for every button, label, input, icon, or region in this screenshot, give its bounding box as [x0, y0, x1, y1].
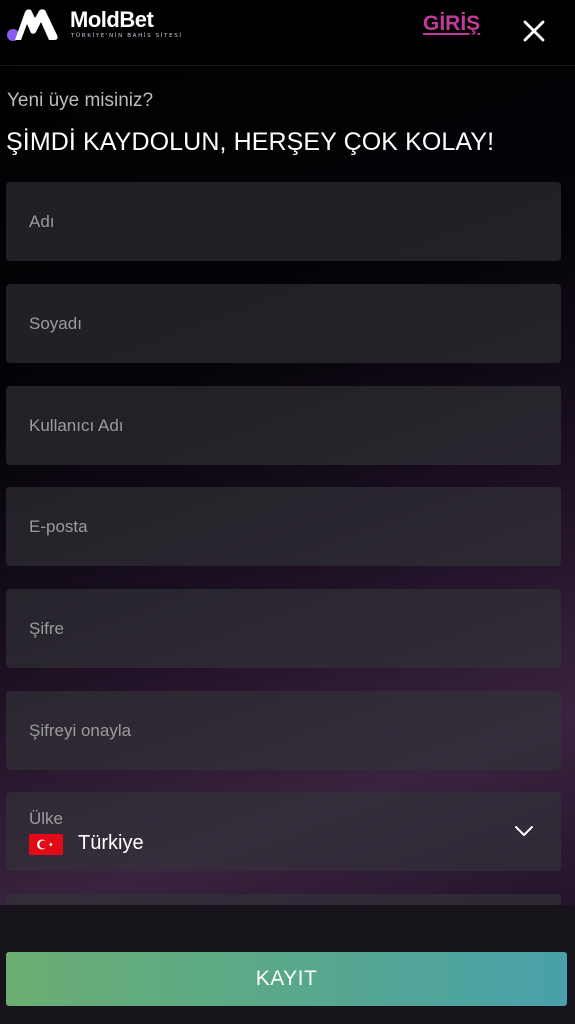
intro-subtitle: Yeni üye misiniz?: [7, 90, 154, 111]
first-name-placeholder: Adı: [29, 211, 55, 231]
last-name-placeholder: Soyadı: [29, 313, 82, 333]
password-confirm-field[interactable]: Şifreyi onayla: [6, 691, 561, 770]
close-icon: [523, 20, 545, 42]
page-title: ŞİMDİ KAYDOLUN, HERŞEY ÇOK KOLAY!: [6, 128, 495, 156]
turkey-flag-icon: [29, 834, 63, 855]
password-placeholder: Şifre: [29, 618, 64, 638]
login-link[interactable]: GİRİŞ: [423, 12, 480, 36]
username-placeholder: Kullanıcı Adı: [29, 415, 124, 435]
brand-logo-mark: [7, 9, 58, 41]
app-header: MoldBet TÜRKİYE'NİN BAHİS SİTESİ GİRİŞ: [0, 0, 575, 66]
country-select[interactable]: Ülke Türkiye: [6, 792, 561, 871]
chevron-down-icon[interactable]: [513, 824, 535, 838]
email-placeholder: E-posta: [29, 516, 88, 536]
brand-name: MoldBet: [70, 7, 154, 32]
register-button[interactable]: KAYIT: [6, 952, 567, 1006]
country-label: Ülke: [29, 809, 64, 828]
username-field[interactable]: Kullanıcı Adı: [6, 386, 561, 465]
last-name-field[interactable]: Soyadı: [6, 284, 561, 363]
close-button[interactable]: [520, 17, 548, 45]
email-field[interactable]: E-posta: [6, 487, 561, 566]
country-value: Türkiye: [78, 832, 144, 854]
password-confirm-placeholder: Şifreyi onayla: [29, 720, 132, 740]
first-name-field[interactable]: Adı: [6, 182, 561, 261]
brand-tagline: TÜRKİYE'NİN BAHİS SİTESİ: [71, 33, 183, 39]
brand-logo[interactable]: MoldBet TÜRKİYE'NİN BAHİS SİTESİ: [6, 6, 186, 42]
password-field[interactable]: Şifre: [6, 589, 561, 668]
